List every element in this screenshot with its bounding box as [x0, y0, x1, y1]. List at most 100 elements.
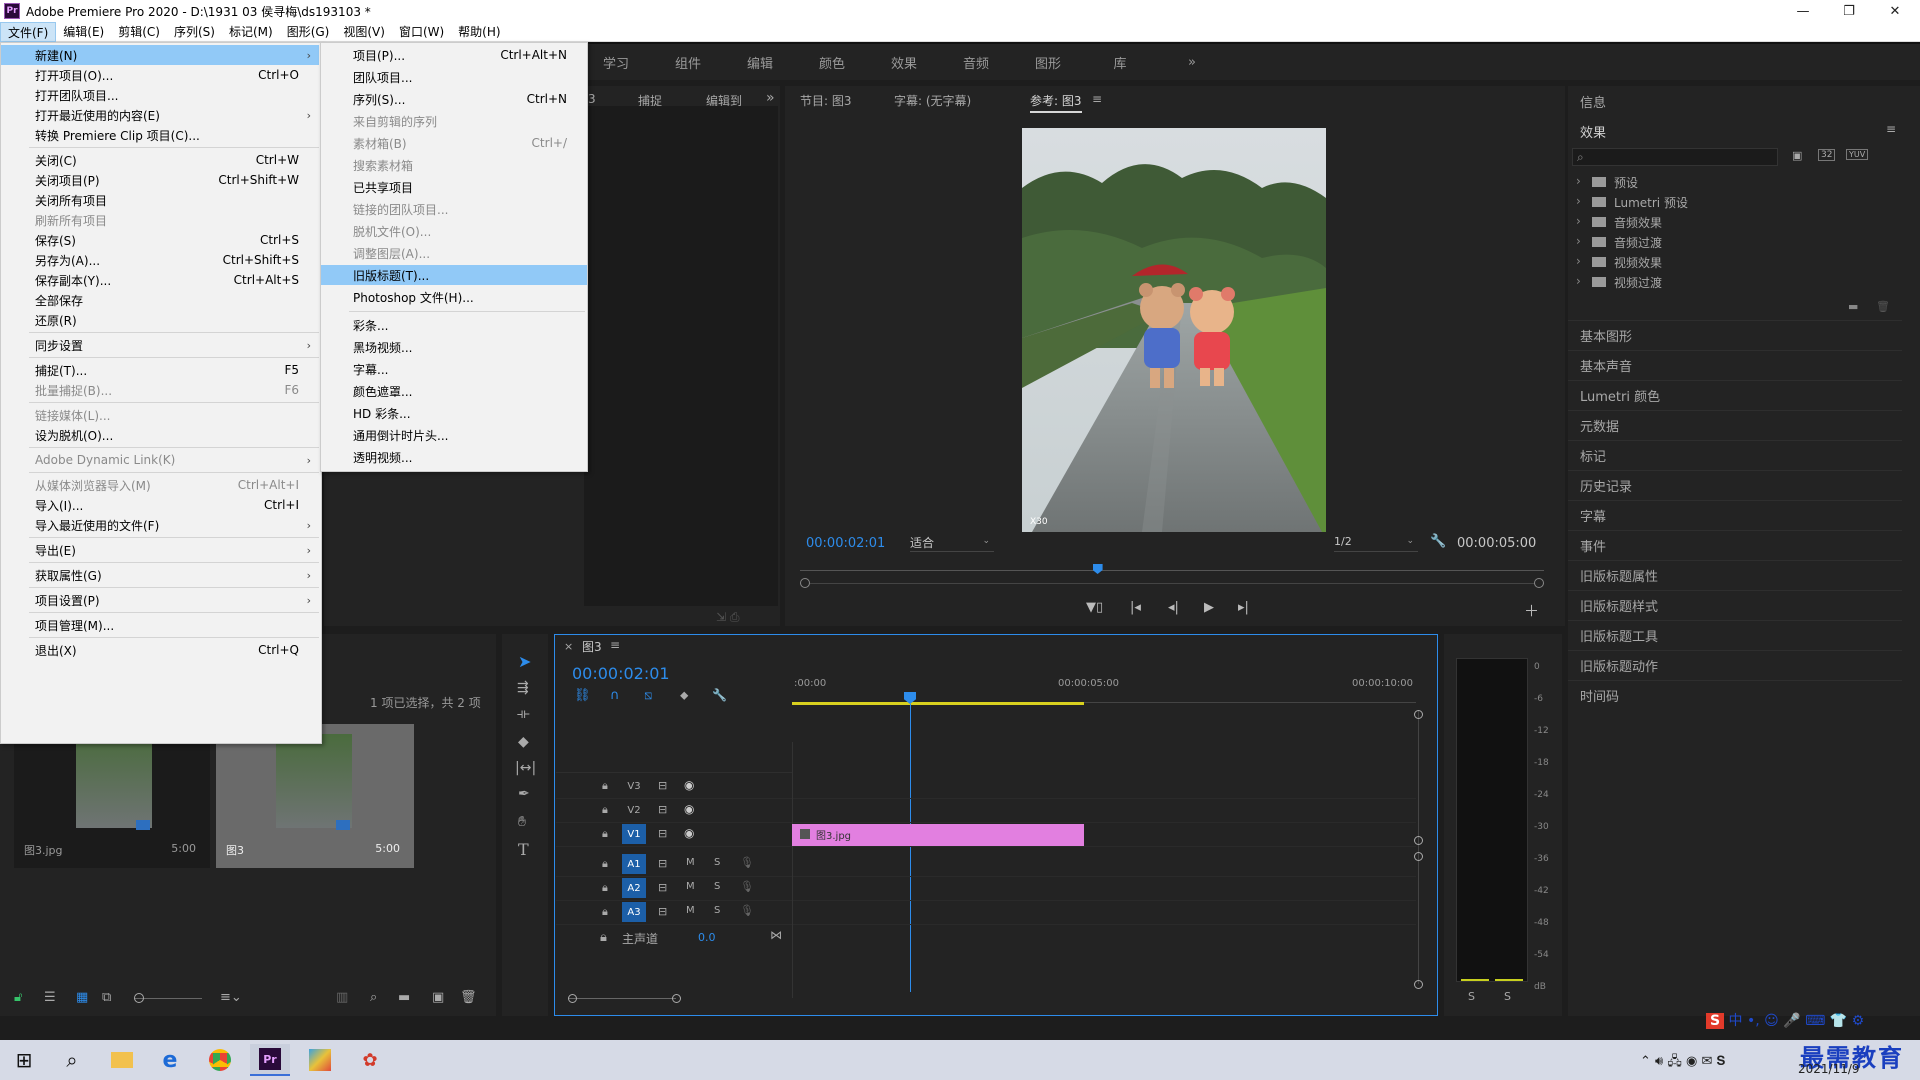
- project-item-selected[interactable]: 图3 5:00: [216, 724, 414, 868]
- info-panel-title[interactable]: 信息: [1580, 92, 1606, 111]
- selection-tool-icon[interactable]: ➤: [518, 652, 531, 671]
- zoom-slider-handle[interactable]: [134, 993, 144, 1003]
- new-bin-icon[interactable]: ▬: [398, 990, 410, 1005]
- zoom-handle-left[interactable]: [800, 578, 810, 588]
- eye-icon[interactable]: ◉: [684, 802, 694, 816]
- ime-mode[interactable]: 中: [1729, 1013, 1743, 1029]
- new-submenu-item[interactable]: 已共享项目: [321, 177, 587, 197]
- timeline-clip[interactable]: 图3.jpg: [792, 824, 1084, 846]
- panel-section-title[interactable]: 元数据: [1580, 416, 1619, 435]
- scroll-handle-right[interactable]: [672, 994, 681, 1003]
- file-menu-item[interactable]: 捕捉(T)... F5: [1, 360, 319, 380]
- workspace-overflow-button[interactable]: »: [1156, 55, 1228, 70]
- workspace-libraries[interactable]: 库: [1084, 53, 1156, 72]
- panel-section-title[interactable]: 旧版标题工具: [1580, 626, 1658, 645]
- tab-overflow-button[interactable]: »: [766, 90, 775, 106]
- go-to-out-icon[interactable]: ▸|: [1238, 600, 1249, 615]
- microphone-icon[interactable]: 🎙︎: [740, 880, 754, 893]
- menu-markers[interactable]: 标记(M): [222, 22, 280, 42]
- new-submenu-item[interactable]: 颜色遮罩...: [321, 381, 587, 401]
- menu-file[interactable]: 文件(F): [0, 21, 57, 42]
- search-icon[interactable]: ⌕: [52, 1044, 92, 1076]
- zoom-slider[interactable]: [134, 998, 202, 999]
- new-item-icon[interactable]: ▣: [432, 990, 444, 1005]
- track-lock-icon[interactable]: 🔒︎: [602, 905, 608, 919]
- close-window-button[interactable]: ✕: [1872, 0, 1918, 22]
- search-icon[interactable]: ⌕: [370, 990, 377, 1005]
- lock-icon[interactable]: 🔓︎: [14, 990, 22, 1005]
- sync-lock-icon[interactable]: ⊟: [658, 803, 667, 816]
- 32bit-effects-icon[interactable]: 32: [1818, 149, 1836, 161]
- file-menu-item[interactable]: 设为脱机(O)...: [1, 425, 319, 445]
- master-volume-value[interactable]: 0.0: [698, 931, 716, 944]
- workspace-assembly[interactable]: 组件: [652, 53, 724, 72]
- effects-folder[interactable]: › 视频效果: [1574, 254, 1894, 272]
- tab-captions[interactable]: 字幕: (无字幕): [894, 92, 971, 109]
- timeline-settings-wrench-icon[interactable]: 🔧: [712, 688, 727, 702]
- master-lock-icon[interactable]: 🔒︎: [600, 930, 607, 945]
- vscroll-handle[interactable]: [1414, 852, 1423, 861]
- file-menu-item[interactable]: 还原(R): [1, 310, 319, 330]
- sync-lock-icon[interactable]: ⊟: [658, 905, 667, 918]
- snap-icon[interactable]: ∩: [610, 688, 620, 703]
- zoom-handle-right[interactable]: [1534, 578, 1544, 588]
- menu-clip[interactable]: 剪辑(C): [111, 22, 167, 42]
- workspace-color[interactable]: 颜色: [796, 53, 868, 72]
- timeline-timecode[interactable]: 00:00:02:01: [572, 664, 670, 683]
- new-submenu-item[interactable]: 黑场视频...: [321, 337, 587, 357]
- track-target-v1[interactable]: V1: [622, 824, 646, 844]
- solo-button[interactable]: S: [714, 857, 720, 868]
- mute-button[interactable]: M: [686, 857, 695, 868]
- project-item[interactable]: 图3.jpg 5:00: [14, 724, 210, 868]
- eye-icon[interactable]: ◉: [684, 826, 694, 840]
- new-submenu-item[interactable]: 旧版标题(T)...: [321, 265, 587, 285]
- workspace-effects[interactable]: 效果: [868, 53, 940, 72]
- program-playhead[interactable]: [1092, 564, 1103, 574]
- vscroll-handle[interactable]: [1414, 710, 1423, 719]
- effects-folder[interactable]: › 视频过渡: [1574, 274, 1894, 292]
- program-scrubber[interactable]: [800, 564, 1544, 574]
- menu-edit[interactable]: 编辑(E): [56, 22, 111, 42]
- step-back-icon[interactable]: ◂|: [1168, 600, 1179, 615]
- linked-selection-icon[interactable]: ⧅: [644, 688, 652, 703]
- track-target-v3[interactable]: V3: [622, 776, 646, 796]
- sync-lock-icon[interactable]: ⊟: [658, 827, 667, 840]
- timeline-vertical-scrollbar[interactable]: [1418, 710, 1419, 984]
- menu-view[interactable]: 视图(V): [336, 22, 392, 42]
- panel-section-title[interactable]: 历史记录: [1580, 476, 1632, 495]
- ripple-edit-tool-icon[interactable]: ⟛: [517, 706, 530, 722]
- track-lock-icon[interactable]: 🔒︎: [602, 779, 608, 793]
- add-marker-icon[interactable]: ⬥: [680, 688, 688, 703]
- freeform-view-icon[interactable]: ⧉: [102, 990, 111, 1005]
- menu-window[interactable]: 窗口(W): [392, 22, 451, 42]
- mute-button[interactable]: M: [686, 905, 695, 916]
- work-area-bar[interactable]: [792, 702, 1084, 705]
- panel-section-title[interactable]: 旧版标题属性: [1580, 566, 1658, 585]
- mute-button[interactable]: M: [686, 881, 695, 892]
- panel-section-title[interactable]: 旧版标题样式: [1580, 596, 1658, 615]
- file-menu-item[interactable]: 关闭所有项目: [1, 190, 319, 210]
- new-submenu-item[interactable]: 通用倒计时片头...: [321, 425, 587, 445]
- effects-menu-icon[interactable]: ≡: [1886, 122, 1896, 136]
- tab-timeline[interactable]: 图3: [582, 638, 602, 655]
- sync-lock-icon[interactable]: ⊟: [658, 779, 667, 792]
- program-zoom-bar[interactable]: [800, 578, 1544, 588]
- slip-tool-icon[interactable]: |↔|: [515, 760, 536, 776]
- accelerated-effects-icon[interactable]: ▣: [1792, 149, 1802, 162]
- tab-program[interactable]: 节目: 图3: [800, 92, 852, 109]
- new-submenu-item[interactable]: 团队项目...: [321, 67, 587, 87]
- panel-section-title[interactable]: 事件: [1580, 536, 1606, 555]
- nest-icon[interactable]: ⛓︎: [574, 688, 591, 703]
- panel-section-title[interactable]: 基本声音: [1580, 356, 1632, 375]
- menu-sequence[interactable]: 序列(S): [167, 22, 222, 42]
- eye-icon[interactable]: ◉: [684, 778, 694, 792]
- track-lock-icon[interactable]: 🔒︎: [602, 881, 608, 895]
- new-submenu-item[interactable]: Photoshop 文件(H)...: [321, 287, 587, 307]
- file-menu-item[interactable]: 新建(N) ›: [1, 45, 319, 65]
- list-view-icon[interactable]: ☰: [44, 990, 56, 1005]
- file-menu-item[interactable]: 导入(I)... Ctrl+I: [1, 495, 319, 515]
- file-menu-item[interactable]: 退出(X) Ctrl+Q: [1, 640, 319, 660]
- timeline-horizontal-scrollbar[interactable]: [568, 998, 676, 999]
- effects-search-input[interactable]: ⌕: [1572, 148, 1778, 166]
- ime-toolbar[interactable]: S 中 •, ☺ 🎤 ⌨ 👕 ⚙: [1706, 1010, 1906, 1040]
